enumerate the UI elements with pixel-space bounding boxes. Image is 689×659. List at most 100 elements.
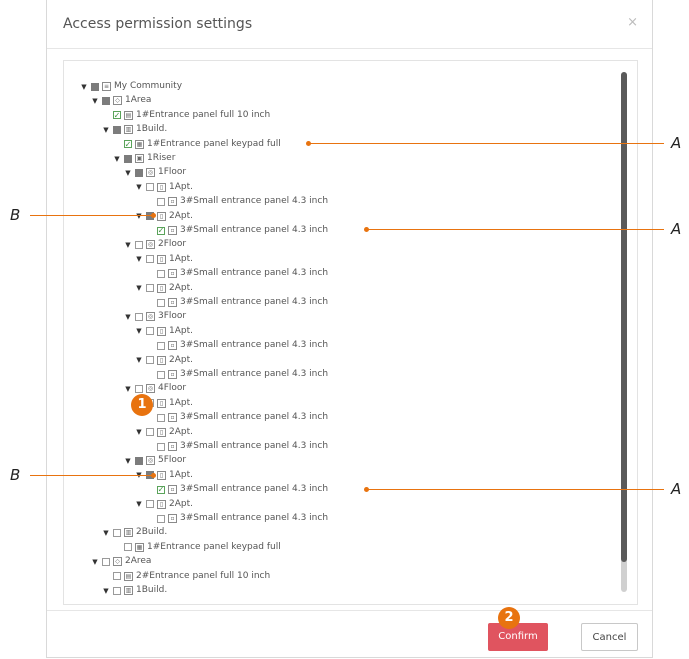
expand-caret-icon[interactable]: ▼	[135, 183, 143, 191]
tree-checkbox[interactable]	[146, 183, 154, 192]
expand-caret-icon[interactable]: ▼	[91, 558, 99, 566]
tree-row[interactable]: ▫3#Small entrance panel 4.3 inch	[157, 483, 328, 496]
callout-a1: A	[671, 134, 682, 152]
tree-row[interactable]: ▼ ▯1Apt.	[135, 181, 193, 194]
expand-caret-icon[interactable]: ▼	[135, 255, 143, 263]
tree-checkbox[interactable]	[113, 125, 121, 134]
tree-row[interactable]: ▫3#Small entrance panel 4.3 inch	[157, 512, 328, 525]
tree-row[interactable]: ▼ ▯ 2Apt.	[135, 210, 193, 223]
tree-checkbox[interactable]	[146, 255, 154, 264]
callout-a3: A	[671, 480, 682, 498]
tree-checkbox[interactable]	[135, 456, 143, 465]
tree-row[interactable]: ▼ ◎ 5Floor	[124, 454, 186, 467]
tree-row[interactable]: ▦1#Entrance panel keypad full	[124, 541, 281, 554]
tree-checkbox[interactable]	[113, 111, 121, 120]
tree-row[interactable]: ▼ ◇ 2Area	[91, 555, 151, 568]
tree-row[interactable]: ▫3#Small entrance panel 4.3 inch	[157, 368, 328, 381]
tree-row[interactable]: ▼ ◎ 2Floor	[124, 238, 186, 251]
expand-caret-icon[interactable]: ▼	[135, 212, 143, 220]
tree-row[interactable]: ▼ ▯1Apt.	[135, 253, 193, 266]
tree-checkbox[interactable]	[157, 298, 165, 307]
tree-row[interactable]: ▼ ▯ 2Apt.	[135, 282, 193, 295]
apartment-icon: ▯	[157, 427, 166, 437]
tree-checkbox[interactable]	[157, 442, 165, 451]
tree-row[interactable]: ▼ ▯ 2Apt.	[135, 498, 193, 511]
expand-caret-icon[interactable]: ▼	[91, 97, 99, 105]
tree-checkbox[interactable]	[135, 384, 143, 393]
tree-node-label: 2Apt.	[169, 210, 193, 221]
tree-checkbox[interactable]	[135, 312, 143, 321]
tree-row[interactable]: ▤1#Entrance panel full 10 inch	[113, 109, 270, 122]
tree-row[interactable]: ▼ ▯1Apt.	[135, 325, 193, 338]
expand-caret-icon[interactable]: ▼	[102, 529, 110, 537]
tree-checkbox[interactable]	[146, 428, 154, 437]
tree-checkbox[interactable]	[157, 413, 165, 422]
keypad-icon: ▦	[135, 542, 144, 552]
tree-checkbox[interactable]	[157, 514, 165, 523]
tree-row[interactable]: ▼ ▯ 2Apt.	[135, 354, 193, 367]
tree-node-label: 1Area	[125, 95, 152, 106]
expand-caret-icon[interactable]: ▼	[102, 587, 110, 595]
expand-caret-icon[interactable]: ▼	[124, 385, 132, 393]
tree-checkbox[interactable]	[102, 96, 110, 105]
cancel-button[interactable]: Cancel	[581, 623, 638, 651]
tree-row[interactable]: ▼ ▥ 1Build.	[102, 584, 167, 597]
tree-checkbox[interactable]	[146, 356, 154, 365]
tree-row[interactable]: ▼ ◎ 3Floor	[124, 310, 186, 323]
tree-checkbox[interactable]	[124, 140, 132, 149]
tree-checkbox[interactable]	[91, 82, 99, 91]
tree-checkbox[interactable]	[113, 586, 121, 595]
tree-row[interactable]: ▫3#Small entrance panel 4.3 inch	[157, 267, 328, 280]
tree-row[interactable]: ▼ ▥ 1Build.	[102, 123, 167, 136]
tree-row[interactable]: ▼ ▣ 1Riser	[113, 152, 175, 165]
tree-checkbox[interactable]	[135, 240, 143, 249]
tree-checkbox[interactable]	[157, 341, 165, 350]
expand-caret-icon[interactable]: ▼	[135, 284, 143, 292]
tree-node-label: 3#Small entrance panel 4.3 inch	[180, 441, 329, 451]
expand-caret-icon[interactable]: ▼	[80, 83, 88, 91]
tree-row[interactable]: ▫3#Small entrance panel 4.3 inch	[157, 296, 328, 309]
small-panel-icon: ▫	[168, 514, 177, 523]
tree-checkbox[interactable]	[102, 557, 110, 566]
tree-row[interactable]: ▼ ▥ 2Build.	[102, 526, 167, 539]
tree-row[interactable]: ▼ ≡ My Community	[80, 80, 182, 93]
floor-icon: ◎	[146, 240, 155, 250]
tree-row[interactable]: ▫3#Small entrance panel 4.3 inch	[157, 339, 328, 352]
callout-dot-a1	[306, 141, 311, 146]
tree-row[interactable]: ▫3#Small entrance panel 4.3 inch	[157, 195, 328, 208]
tree-checkbox[interactable]	[146, 500, 154, 509]
expand-caret-icon[interactable]: ▼	[113, 155, 121, 163]
tree-checkbox[interactable]	[124, 543, 132, 552]
expand-caret-icon[interactable]: ▼	[135, 500, 143, 508]
tree-checkbox[interactable]	[146, 284, 154, 293]
expand-caret-icon[interactable]: ▼	[124, 313, 132, 321]
expand-caret-icon[interactable]: ▼	[102, 126, 110, 134]
tree-row[interactable]: ▫3#Small entrance panel 4.3 inch	[157, 224, 328, 237]
tree-row[interactable]: ▼ ◎ 4Floor	[124, 382, 186, 395]
tree-checkbox[interactable]	[124, 154, 132, 163]
tree-checkbox[interactable]	[135, 168, 143, 177]
expand-caret-icon[interactable]: ▼	[124, 457, 132, 465]
tree-checkbox[interactable]	[157, 370, 165, 379]
tree-checkbox[interactable]	[113, 528, 121, 537]
close-icon[interactable]: ×	[627, 15, 638, 30]
tree-row[interactable]: ▦1#Entrance panel keypad full	[124, 138, 281, 151]
confirm-button[interactable]: Confirm	[488, 623, 548, 651]
tree-row[interactable]: ▤ 2#Entrance panel full 10 inch	[113, 570, 270, 583]
tree-row[interactable]: ▼ ▯ 2Apt.	[135, 426, 193, 439]
tree-row[interactable]: ▫3#Small entrance panel 4.3 inch	[157, 411, 328, 424]
expand-caret-icon[interactable]: ▼	[135, 428, 143, 436]
tree-checkbox[interactable]	[157, 485, 165, 494]
tree-row[interactable]: ▫3#Small entrance panel 4.3 inch	[157, 440, 328, 453]
tree-checkbox[interactable]	[157, 197, 165, 206]
expand-caret-icon[interactable]: ▼	[135, 327, 143, 335]
tree-checkbox[interactable]	[157, 269, 165, 278]
tree-checkbox[interactable]	[146, 327, 154, 336]
expand-caret-icon[interactable]: ▼	[124, 169, 132, 177]
expand-caret-icon[interactable]: ▼	[135, 356, 143, 364]
tree-row[interactable]: ▼ ◎ 1Floor	[124, 166, 186, 179]
tree-checkbox[interactable]	[113, 572, 121, 581]
tree-checkbox[interactable]	[157, 226, 165, 235]
expand-caret-icon[interactable]: ▼	[124, 241, 132, 249]
tree-row[interactable]: ▼ ◇ 1Area	[91, 94, 151, 107]
